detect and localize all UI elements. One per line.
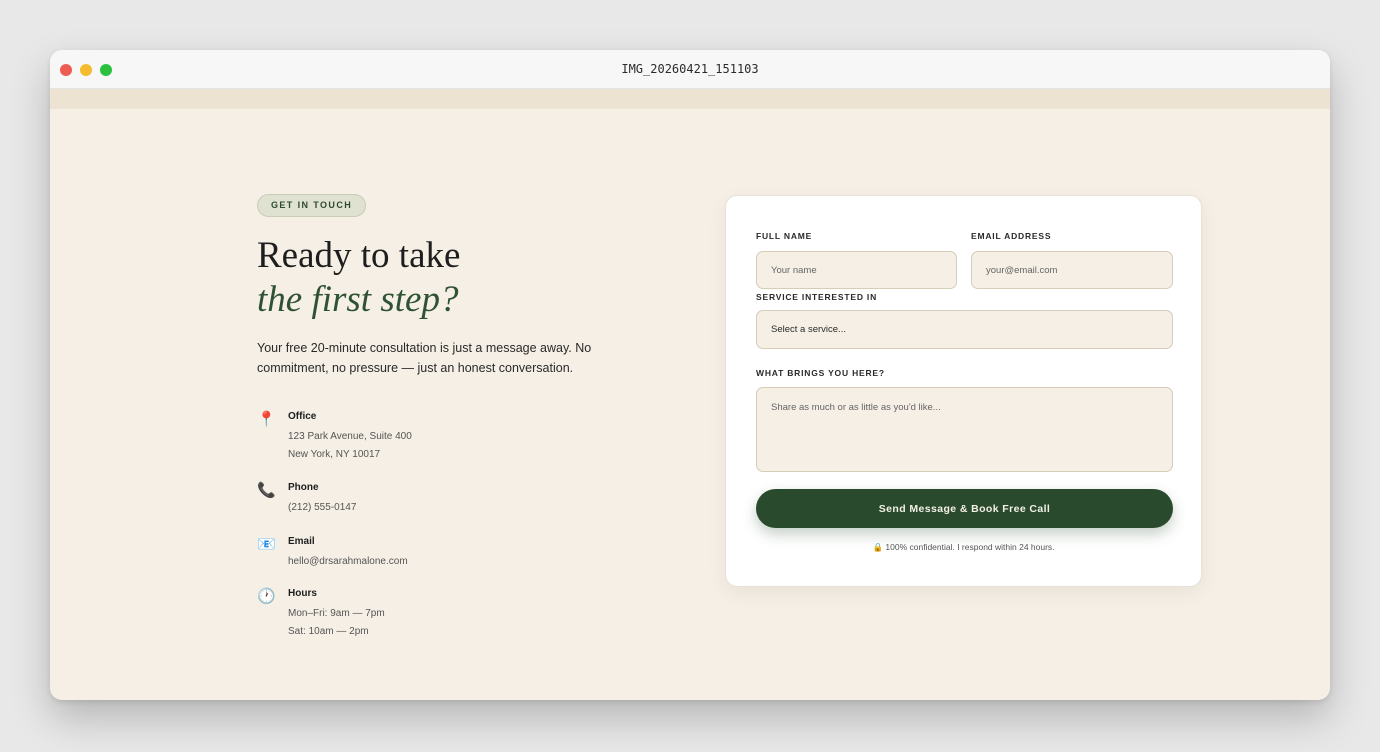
phone-label: Phone: [288, 482, 319, 493]
message-label: WHAT BRINGS YOU HERE?: [756, 368, 885, 378]
message-textarea[interactable]: [756, 387, 1173, 472]
send-message-button[interactable]: Send Message & Book Free Call: [756, 489, 1173, 528]
header-strip: [50, 89, 1330, 109]
browser-window: IMG_20260421_151103 GET IN TOUCH Ready t…: [50, 50, 1330, 700]
full-name-input[interactable]: [756, 251, 957, 289]
phone-icon: 📞: [257, 482, 276, 499]
title-bar: IMG_20260421_151103: [50, 50, 1330, 89]
full-name-label: FULL NAME: [756, 231, 813, 241]
hours-label: Hours: [288, 588, 317, 599]
office-label: Office: [288, 411, 317, 422]
get-in-touch-badge: GET IN TOUCH: [257, 194, 367, 217]
service-label: SERVICE INTERESTED IN: [756, 292, 878, 302]
page-headline-italic: the first step?: [257, 279, 459, 320]
email-address-input[interactable]: [971, 251, 1173, 289]
confidentiality-note: 🔒 100% confidential. I respond within 24…: [872, 542, 1055, 552]
service-select[interactable]: Select a service...: [756, 310, 1173, 349]
email-address-label: EMAIL ADDRESS: [971, 231, 1052, 241]
hours-weekday: Mon–Fri: 9am — 7pm: [288, 608, 385, 619]
office-address-line2: New York, NY 10017: [288, 449, 381, 460]
contact-form-card: FULL NAME EMAIL ADDRESS SERVICE INTEREST…: [725, 195, 1202, 587]
intro-text: Your free 20-minute consultation is just…: [257, 341, 592, 375]
window-title: IMG_20260421_151103: [621, 62, 759, 76]
email-icon: 📧: [257, 536, 276, 553]
email-label: Email: [288, 536, 315, 547]
email-address-link[interactable]: hello@drsarahmalone.com: [288, 556, 408, 567]
clock-icon: 🕐: [257, 588, 276, 605]
phone-number[interactable]: (212) 555-0147: [288, 502, 356, 513]
location-pin-icon: 📍: [257, 411, 276, 428]
office-address-line1: 123 Park Avenue, Suite 400: [288, 431, 412, 442]
hours-saturday: Sat: 10am — 2pm: [288, 626, 369, 637]
page-headline: Ready to take: [257, 235, 461, 276]
